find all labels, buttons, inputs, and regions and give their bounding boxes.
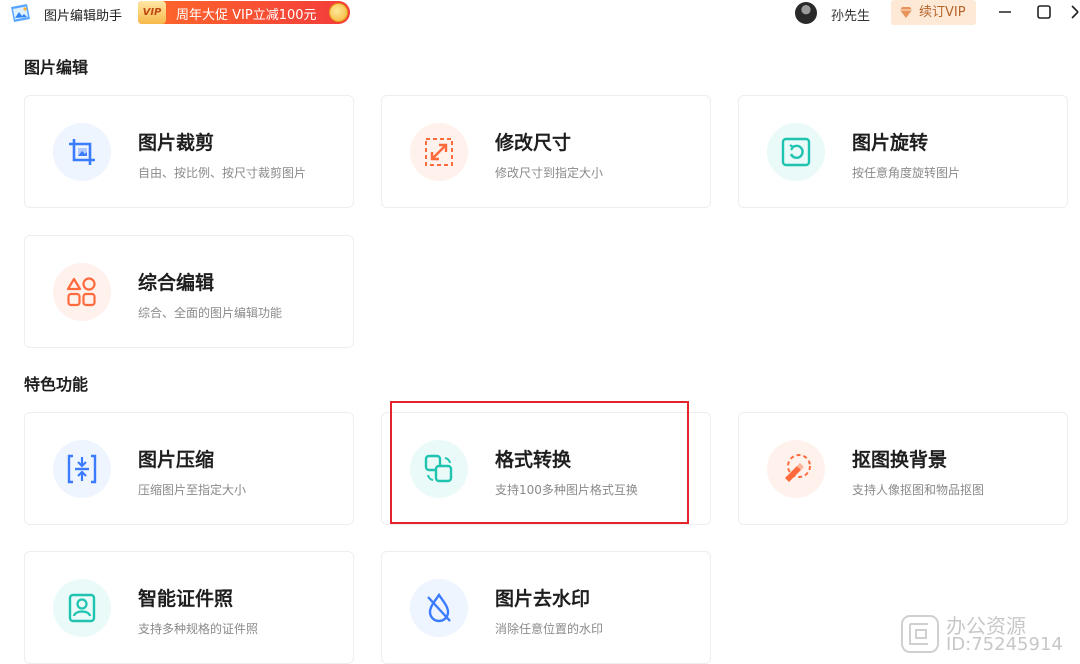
rotate-icon [781, 137, 811, 167]
renew-vip-label: 续订VIP [919, 5, 966, 20]
card-title: 智能证件照 [138, 588, 234, 610]
card-comprehensive-edit[interactable]: 综合编辑 综合、全面的图片编辑功能 [24, 235, 354, 348]
card-title: 图片去水印 [495, 588, 591, 610]
card-desc: 压缩图片至指定大小 [138, 483, 247, 497]
card-title: 综合编辑 [138, 272, 215, 294]
card-title: 图片压缩 [138, 449, 215, 471]
card-desc: 支持多种规格的证件照 [138, 622, 259, 636]
card-desc: 支持100多种图片格式互换 [495, 483, 638, 497]
compress-icon-circle [53, 440, 111, 498]
promo-text: 周年大促 VIP立减100元 [176, 8, 317, 23]
card-title: 图片裁剪 [138, 132, 215, 154]
minimize-icon[interactable] [990, 0, 1020, 24]
card-cutout[interactable]: 抠图换背景 支持人像抠图和物品抠图 [738, 412, 1068, 525]
crop-icon-circle [53, 123, 111, 181]
cutout-icon [785, 454, 811, 482]
title-bar: 图片编辑助手 VIP 周年大促 VIP立减100元 孙先生 续订VIP [0, 0, 1080, 26]
card-remove-watermark[interactable]: 图片去水印 消除任意位置的水印 [381, 551, 711, 664]
maximize-icon[interactable] [1029, 0, 1059, 24]
coin-icon [329, 3, 348, 22]
card-rotate[interactable]: 图片旋转 按任意角度旋转图片 [738, 95, 1068, 208]
section-title-features: 特色功能 [24, 375, 89, 394]
card-title: 图片旋转 [852, 132, 929, 154]
id-photo-icon-circle [53, 579, 111, 637]
section-title-image-edit: 图片编辑 [24, 58, 89, 77]
convert-icon-circle [410, 440, 468, 498]
username[interactable]: 孙先生 [831, 5, 870, 24]
cutout-icon-circle [767, 440, 825, 498]
card-desc: 自由、按比例、按尺寸裁剪图片 [138, 166, 307, 180]
app-logo-icon [11, 4, 30, 22]
card-crop[interactable]: 图片裁剪 自由、按比例、按尺寸裁剪图片 [24, 95, 354, 208]
card-desc: 按任意角度旋转图片 [852, 166, 961, 180]
watermark-line2: ID:75245914 [946, 634, 1063, 655]
compress-icon [67, 454, 97, 484]
card-title: 抠图换背景 [852, 449, 948, 471]
rotate-icon-circle [767, 123, 825, 181]
watermark-logo-icon [901, 615, 939, 653]
card-desc: 消除任意位置的水印 [495, 622, 604, 636]
avatar[interactable] [795, 2, 817, 24]
watermark: 办公资源 ID:75245914 [900, 610, 1070, 660]
card-title: 格式转换 [495, 449, 572, 471]
card-desc: 综合、全面的图片编辑功能 [138, 306, 283, 320]
shapes-icon-circle [53, 263, 111, 321]
card-desc: 支持人像抠图和物品抠图 [852, 483, 985, 497]
resize-icon [425, 138, 453, 166]
card-compress[interactable]: 图片压缩 压缩图片至指定大小 [24, 412, 354, 525]
watermark-remove-icon [427, 592, 451, 623]
app-title: 图片编辑助手 [44, 9, 123, 24]
resize-icon-circle [410, 123, 468, 181]
renew-vip-button[interactable]: 续订VIP [891, 0, 976, 25]
card-id-photo[interactable]: 智能证件照 支持多种规格的证件照 [24, 551, 354, 664]
shapes-icon [66, 277, 96, 307]
promo-vip-badge: VIP [138, 1, 166, 24]
card-resize[interactable]: 修改尺寸 修改尺寸到指定大小 [381, 95, 711, 208]
crop-icon [69, 139, 95, 165]
card-format-convert[interactable]: 格式转换 支持100多种图片格式互换 [381, 412, 711, 525]
promo-banner[interactable]: VIP 周年大促 VIP立减100元 [138, 1, 350, 24]
card-title: 修改尺寸 [495, 132, 572, 154]
card-desc: 修改尺寸到指定大小 [495, 166, 604, 180]
watermark-remove-icon-circle [410, 579, 468, 637]
id-photo-icon [68, 593, 96, 623]
convert-icon [424, 454, 453, 483]
diamond-icon [900, 7, 912, 18]
close-icon[interactable] [1064, 0, 1080, 24]
